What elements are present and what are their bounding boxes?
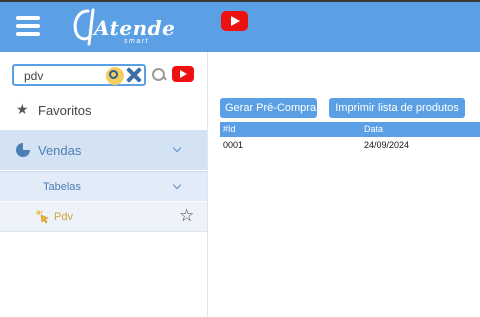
chevron-down-icon [172, 143, 182, 153]
table-cell-id: 0001 [223, 140, 244, 150]
sidebar-item-label: Favoritos [38, 103, 92, 118]
star-icon: ★ [16, 101, 29, 117]
table-cell-data: 24/09/2024 [364, 140, 410, 150]
imprimir-lista-button[interactable]: Imprimir lista de produtos [329, 98, 465, 118]
sidebar-item-pdv[interactable]: Pdv ☆ [0, 202, 207, 232]
column-header-id[interactable]: #Id [223, 124, 236, 134]
table-header: #Id Data [220, 122, 480, 137]
sidebar-item-tabelas[interactable]: Tabelas [0, 171, 207, 201]
menu-icon[interactable] [16, 16, 40, 36]
sidebar-item-label: Pdv [54, 211, 73, 223]
youtube-icon[interactable] [221, 11, 248, 31]
main-content: Gerar Pré-Compra Imprimir lista de produ… [208, 52, 480, 317]
sidebar-item-vendas[interactable]: Vendas [0, 130, 207, 170]
logo[interactable]: Atende smart [72, 8, 175, 50]
search-row [12, 64, 208, 88]
sidebar: ★ Favoritos Vendas Tabelas Pdv ☆ [0, 52, 208, 317]
search-icon[interactable] [152, 68, 166, 82]
table-row[interactable]: 0001 24/09/2024 [220, 137, 480, 152]
gerar-pre-compra-button[interactable]: Gerar Pré-Compra [220, 98, 317, 118]
search-box [12, 64, 146, 86]
logo-subtext: smart [124, 38, 149, 45]
top-bar: Atende smart [0, 0, 480, 52]
sidebar-item-favoritos[interactable]: ★ Favoritos [0, 96, 207, 126]
pie-chart-icon [16, 143, 30, 157]
pointer-click-icon [36, 210, 49, 224]
logo-text: Atende [94, 16, 176, 40]
star-outline-icon[interactable]: ☆ [179, 206, 194, 226]
search-input[interactable] [24, 68, 102, 84]
column-header-data[interactable]: Data [364, 124, 383, 134]
sidebar-item-label: Tabelas [43, 181, 81, 193]
sidebar-item-label: Vendas [38, 143, 82, 158]
close-icon[interactable] [126, 67, 142, 83]
youtube-icon[interactable] [172, 66, 194, 82]
search-clear-icon[interactable] [106, 67, 124, 85]
chevron-down-icon [172, 180, 182, 190]
data-table: #Id Data 0001 24/09/2024 [220, 122, 480, 152]
